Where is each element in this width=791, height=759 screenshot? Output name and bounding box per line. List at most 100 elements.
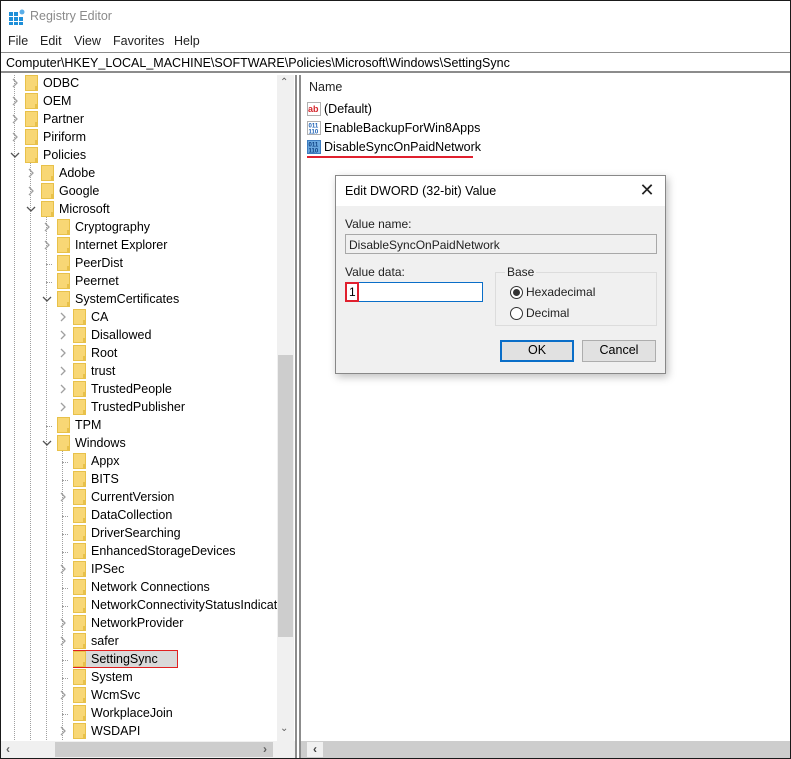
menu-help[interactable]: Help <box>174 34 200 48</box>
values-horizontal-scrollbar[interactable]: ‹ <box>301 741 790 758</box>
chevron-right-icon[interactable] <box>26 186 36 196</box>
chevron-right-icon[interactable] <box>58 492 68 502</box>
column-header-name[interactable]: Name <box>309 80 342 94</box>
menu-view[interactable]: View <box>74 34 101 48</box>
chevron-right-icon[interactable] <box>42 222 52 232</box>
tree-item-trust[interactable]: trust <box>1 363 277 381</box>
scroll-right-icon[interactable]: › <box>263 742 267 756</box>
chevron-right-icon[interactable] <box>58 564 68 574</box>
radio-checked-icon[interactable] <box>510 286 523 299</box>
chevron-right-icon[interactable] <box>10 96 20 106</box>
tree-item-datacollection[interactable]: DataCollection <box>1 507 277 525</box>
tree-item-label: Microsoft <box>59 202 110 216</box>
menu-file[interactable]: File <box>8 34 28 48</box>
chevron-right-icon[interactable] <box>10 78 20 88</box>
tree-item-network-connections[interactable]: Network Connections <box>1 579 277 597</box>
tree-item-ipsec[interactable]: IPSec <box>1 561 277 579</box>
folder-icon <box>73 525 87 541</box>
tree-item-workplacejoin[interactable]: WorkplaceJoin <box>1 705 277 723</box>
address-bar[interactable]: Computer\HKEY_LOCAL_MACHINE\SOFTWARE\Pol… <box>1 52 790 73</box>
reg-dword-icon: 011 110 <box>307 121 321 136</box>
menu-bar: File Edit View Favorites Help <box>1 32 790 52</box>
tree-item-trustedpeople[interactable]: TrustedPeople <box>1 381 277 399</box>
tree-item-label: Network Connections <box>91 580 210 594</box>
chevron-right-icon[interactable] <box>58 366 68 376</box>
tree-item-settingsync[interactable]: SettingSync <box>1 650 277 669</box>
chevron-right-icon[interactable] <box>58 402 68 412</box>
tree-item-adobe[interactable]: Adobe <box>1 165 277 183</box>
tree-item-root[interactable]: Root <box>1 345 277 363</box>
tree-item-enhancedstoragedevices[interactable]: EnhancedStorageDevices <box>1 543 277 561</box>
tree-item-piriform[interactable]: Piriform <box>1 129 277 147</box>
tree-item-appx[interactable]: Appx <box>1 453 277 471</box>
cancel-button[interactable]: Cancel <box>582 340 656 362</box>
tree-item-cryptography[interactable]: Cryptography <box>1 219 277 237</box>
value-data-input[interactable] <box>345 282 483 302</box>
tree-item-driversearching[interactable]: DriverSearching <box>1 525 277 543</box>
tree-item-safer[interactable]: safer <box>1 633 277 651</box>
chevron-right-icon[interactable] <box>10 114 20 124</box>
chevron-down-icon[interactable] <box>10 150 20 160</box>
folder-icon <box>73 363 87 379</box>
tree-item-label: EnhancedStorageDevices <box>91 544 236 558</box>
tree-horizontal-scrollbar[interactable]: ‹ › <box>1 741 295 758</box>
tree-item-disallowed[interactable]: Disallowed <box>1 327 277 345</box>
chevron-right-icon[interactable] <box>58 312 68 322</box>
tree-vertical-scrollbar[interactable]: ⌃ ⌄ <box>277 75 294 741</box>
scroll-left-icon[interactable]: ‹ <box>6 742 10 756</box>
tree-connector <box>62 606 68 607</box>
tree-item-trustedpublisher[interactable]: TrustedPublisher <box>1 399 277 417</box>
tree-item-windows[interactable]: Windows <box>1 435 277 453</box>
chevron-right-icon[interactable] <box>58 618 68 628</box>
menu-edit[interactable]: Edit <box>40 34 62 48</box>
chevron-right-icon[interactable] <box>58 384 68 394</box>
scroll-left-icon[interactable]: ‹ <box>307 742 323 757</box>
folder-icon <box>73 579 87 595</box>
tree-item-google[interactable]: Google <box>1 183 277 201</box>
chevron-right-icon[interactable] <box>58 636 68 646</box>
tree-item-system[interactable]: System <box>1 669 277 687</box>
tree-item-currentversion[interactable]: CurrentVersion <box>1 489 277 507</box>
tree-item-systemcertificates[interactable]: SystemCertificates <box>1 291 277 309</box>
tree-item-policies[interactable]: Policies <box>1 147 277 165</box>
tree-item-wcmsvc[interactable]: WcmSvc <box>1 687 277 705</box>
tree-item-label: Peernet <box>75 274 119 288</box>
address-path[interactable]: Computer\HKEY_LOCAL_MACHINE\SOFTWARE\Pol… <box>6 56 510 70</box>
tree-vscroll-thumb[interactable] <box>278 355 293 637</box>
tree-item-odbc[interactable]: ODBC <box>1 75 277 93</box>
tree-item-tpm[interactable]: TPM <box>1 417 277 435</box>
tree-item-networkprovider[interactable]: NetworkProvider <box>1 615 277 633</box>
tree-connector <box>62 480 68 481</box>
scroll-up-icon[interactable]: ⌃ <box>280 77 288 88</box>
chevron-right-icon[interactable] <box>42 240 52 250</box>
tree-item-partner[interactable]: Partner <box>1 111 277 129</box>
radio-unchecked-icon[interactable] <box>510 307 523 320</box>
tree-hscroll-thumb[interactable] <box>55 742 273 757</box>
tree-item-microsoft[interactable]: Microsoft <box>1 201 277 219</box>
tree-item-networkconnectivitystatusindicator[interactable]: NetworkConnectivityStatusIndicator <box>1 597 288 615</box>
tree-connector <box>62 516 68 517</box>
chevron-right-icon[interactable] <box>58 348 68 358</box>
chevron-down-icon[interactable] <box>26 204 36 214</box>
chevron-right-icon[interactable] <box>58 726 68 736</box>
scroll-down-icon[interactable]: ⌄ <box>280 723 288 734</box>
tree-item-label: WSDAPI <box>91 724 141 738</box>
tree-item-oem[interactable]: OEM <box>1 93 277 111</box>
tree-item-peerdist[interactable]: PeerDist <box>1 255 277 273</box>
chevron-down-icon[interactable] <box>42 294 52 304</box>
chevron-right-icon[interactable] <box>10 132 20 142</box>
close-icon[interactable]: ✕ <box>637 180 657 200</box>
menu-favorites[interactable]: Favorites <box>113 34 164 48</box>
chevron-right-icon[interactable] <box>58 330 68 340</box>
chevron-right-icon[interactable] <box>26 168 36 178</box>
chevron-right-icon[interactable] <box>58 690 68 700</box>
folder-icon <box>41 201 55 217</box>
tree-item-wsdapi[interactable]: WSDAPI <box>1 723 277 741</box>
tree-item-ca[interactable]: CA <box>1 309 277 327</box>
tree-item-bits[interactable]: BITS <box>1 471 277 489</box>
tree-item-label: SystemCertificates <box>75 292 180 306</box>
tree-item-peernet[interactable]: Peernet <box>1 273 277 291</box>
ok-button[interactable]: OK <box>500 340 574 362</box>
chevron-down-icon[interactable] <box>42 438 52 448</box>
tree-item-internet-explorer[interactable]: Internet Explorer <box>1 237 277 255</box>
